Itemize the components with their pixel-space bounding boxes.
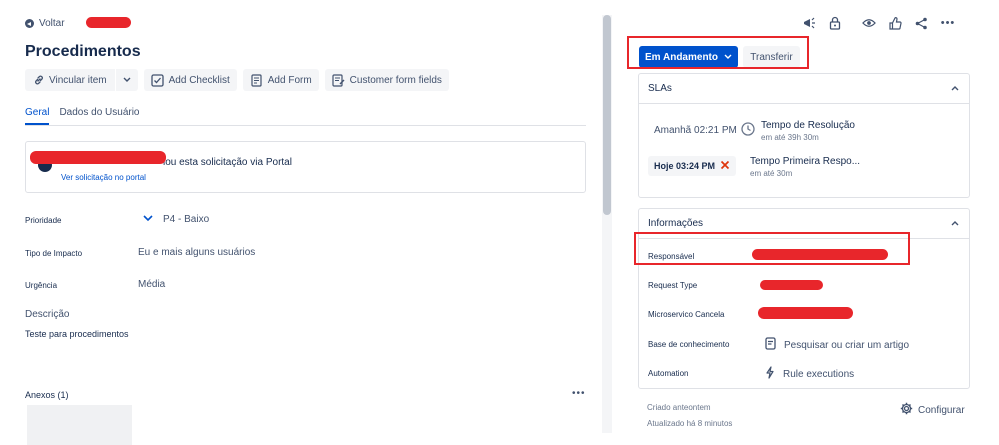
issue-tabs: Geral Dados do Usuário: [25, 107, 140, 125]
back-arrow-icon: [25, 19, 34, 28]
updated-date: Atualizado há 8 minutos: [647, 419, 733, 428]
microservice-label: Microservico Cancela: [648, 310, 725, 319]
eye-icon[interactable]: [862, 16, 876, 30]
customer-form-fields-label: Customer form fields: [349, 74, 442, 86]
add-form-button[interactable]: Add Form: [242, 69, 319, 91]
link-icon: [32, 74, 45, 87]
tab-geral[interactable]: Geral: [25, 107, 50, 125]
chevron-up-icon[interactable]: [951, 83, 959, 94]
thumbs-up-icon[interactable]: [888, 16, 902, 30]
sla-goal-first-response: Tempo Primeira Respo... em até 30m: [750, 156, 860, 178]
add-checklist-label: Add Checklist: [168, 74, 230, 86]
info-heading: Informações: [648, 218, 704, 229]
more-icon[interactable]: •••: [572, 388, 586, 399]
back-label: Voltar: [39, 18, 65, 29]
form-icon: [250, 73, 263, 87]
impact-value[interactable]: Eu e mais alguns usuários: [138, 247, 255, 258]
scrollbar-thumb[interactable]: [603, 15, 611, 215]
priority-label: Prioridade: [25, 216, 62, 225]
impact-label: Tipo de Impacto: [25, 249, 83, 258]
page-title: Procedimentos: [25, 43, 141, 60]
sla-remaining-text: em até 39h 30m: [761, 133, 819, 142]
issue-toolbar: Vincular item Add Checklist Add Form Cus…: [25, 69, 449, 91]
priority-chevron-icon: [143, 214, 153, 225]
urgency-value[interactable]: Média: [138, 279, 165, 290]
automation-label: Automation: [648, 369, 689, 378]
urgency-label: Urgência: [25, 281, 58, 290]
share-icon[interactable]: [914, 16, 928, 30]
configure-label: Configurar: [918, 404, 965, 416]
megaphone-icon[interactable]: [802, 16, 816, 30]
lock-icon[interactable]: [828, 16, 842, 30]
add-form-label: Add Form: [267, 74, 312, 86]
sla-heading: SLAs: [648, 83, 672, 94]
created-date: Criado anteontem: [647, 403, 711, 412]
link-issue-label: Vincular item: [49, 74, 107, 86]
form-fields-icon: [332, 73, 345, 87]
sla-time-first-response-wrap: Hoje 03:24 PM: [648, 156, 750, 176]
request-type-label: Request Type: [648, 281, 698, 290]
sla-remaining-text: em até 30m: [750, 169, 793, 178]
view-in-portal-link[interactable]: Ver solicitação no portal: [61, 173, 146, 182]
activity-card: iou esta solicitação via Portal Ver soli…: [25, 141, 586, 193]
checkbox-icon: [150, 73, 164, 87]
automation-rule-executions[interactable]: Rule executions: [765, 366, 854, 382]
description-label: Descrição: [25, 309, 70, 320]
issue-actions: •••: [802, 16, 956, 30]
close-icon: [720, 160, 730, 172]
priority-field[interactable]: P4 - Baixo: [143, 214, 209, 225]
sla-goal-text: Tempo Primeira Respo...: [750, 156, 861, 167]
tabs-divider: [25, 125, 586, 126]
knowledge-base-search[interactable]: Pesquisar ou criar um artigo: [765, 337, 909, 353]
issue-main-panel: Voltar Procedimentos Vincular item Add C…: [0, 0, 600, 445]
redacted-assignee-name: [752, 249, 888, 260]
highlight-status-actions: [627, 36, 809, 69]
description-value[interactable]: Teste para procedimentos: [25, 329, 129, 339]
tab-dados-usuario[interactable]: Dados do Usuário: [59, 107, 139, 125]
sla-time-resolution: Amanhã 02:21 PM: [654, 122, 761, 139]
automation-value: Rule executions: [783, 368, 855, 380]
gear-icon: [900, 402, 913, 418]
sla-item-resolution: Amanhã 02:21 PM Tempo de Resolução em at…: [654, 120, 855, 142]
back-link[interactable]: Voltar: [25, 18, 65, 29]
link-issue-button[interactable]: Vincular item: [25, 69, 138, 91]
scrollbar[interactable]: [602, 15, 612, 433]
redacted-microservice: [758, 307, 853, 319]
customer-form-fields-button[interactable]: Customer form fields: [324, 69, 449, 91]
chevron-down-icon[interactable]: [116, 77, 138, 83]
attachments-label: Anexos (1): [25, 390, 69, 400]
knowledge-base-value: Pesquisar ou criar um artigo: [784, 339, 910, 351]
configure-button[interactable]: Configurar: [900, 402, 965, 418]
knowledge-base-label: Base de conhecimento: [648, 340, 730, 349]
add-checklist-button[interactable]: Add Checklist: [143, 69, 237, 91]
sla-item-first-response: Hoje 03:24 PM Tempo Primeira Respo... em…: [648, 156, 860, 178]
sla-goal-resolution: Tempo de Resolução em até 39h 30m: [761, 120, 855, 142]
sla-time-first-response: Hoje 03:24 PM: [648, 156, 737, 176]
redacted-breadcrumb: [86, 17, 131, 28]
redacted-request-type: [760, 280, 823, 290]
more-actions-icon[interactable]: •••: [940, 16, 956, 30]
clock-icon: [741, 122, 755, 139]
activity-message: iou esta solicitação via Portal: [163, 157, 292, 168]
chevron-up-icon[interactable]: [951, 218, 959, 229]
sla-time-text: Amanhã 02:21 PM: [654, 125, 737, 136]
redacted-reporter-name: [30, 151, 166, 164]
knowledge-article-icon: [765, 337, 776, 353]
sla-time-text: Hoje 03:24 PM: [654, 161, 716, 171]
priority-value: P4 - Baixo: [163, 214, 210, 225]
attachment-thumbnail[interactable]: [27, 405, 132, 445]
sla-goal-text: Tempo de Resolução: [761, 120, 855, 131]
sla-panel-header[interactable]: SLAs: [639, 74, 969, 104]
lightning-icon: [765, 366, 775, 382]
sla-panel: SLAs Amanhã 02:21 PM Tempo de Resolução …: [638, 73, 970, 198]
